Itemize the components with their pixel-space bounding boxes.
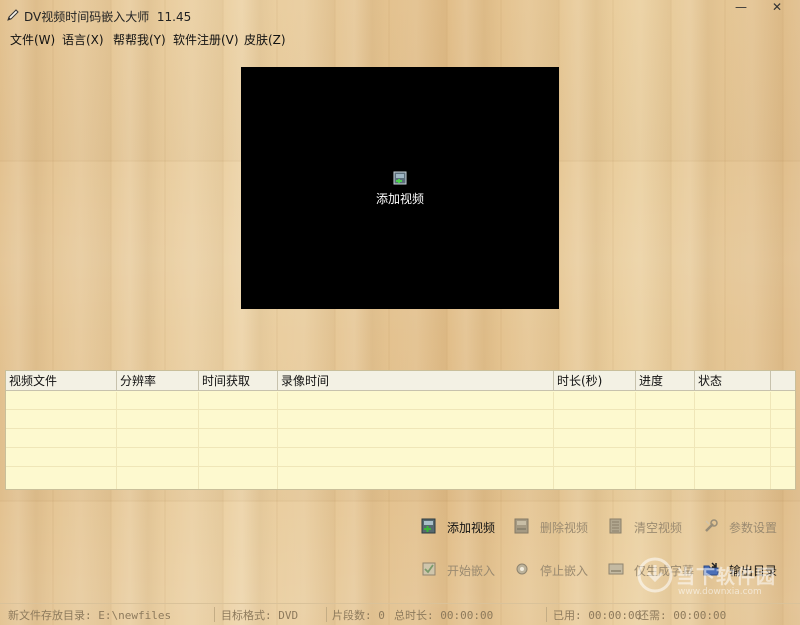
film-clear-icon [609,518,622,534]
subtitle-icon [608,563,624,575]
status-divider [326,607,327,622]
title-bar: DV视频时间码嵌入大师 11.45 — ✕ [0,0,800,28]
column-header-video-file[interactable]: 视频文件 [6,371,117,391]
grid-line [770,392,771,489]
column-header-record-time[interactable]: 录像时间 [278,371,554,391]
clear-videos-button[interactable]: 清空视频 [608,516,688,536]
column-header-resolution[interactable]: 分辨率 [117,371,199,391]
watermark-text: 当下软件园 [676,566,777,588]
menu-language[interactable]: 语言(X) [62,31,104,48]
status-bar: 新文件存放目录: E:\newfiles 目标格式: DVD 片段数: 0 总时… [0,603,800,625]
downxia-logo-icon [637,557,673,593]
grid-line [6,447,795,448]
watermark: 当下软件园 www.downxia.com [636,556,786,602]
add-video-label: 添加视频 [447,521,496,535]
stop-embed-button[interactable]: 停止嵌入 [514,559,594,579]
clear-videos-label: 清空视频 [634,521,683,535]
table-header: 视频文件 分辨率 时间获取 录像时间 时长(秒) 进度 状态 [6,371,795,391]
column-header-filler [771,371,795,391]
menu-bar: 文件(W) 语言(X) 帮帮我(Y) 软件注册(V) 皮肤(Z) [0,30,800,48]
status-divider [214,607,215,622]
watermark-url: www.downxia.com [678,587,762,597]
grid-line [635,392,636,489]
grid-line [198,392,199,489]
menu-file[interactable]: 文件(W) [10,31,55,48]
minimize-button[interactable]: — [728,0,754,16]
grid-line [116,392,117,489]
close-button[interactable]: ✕ [764,0,790,16]
menu-register[interactable]: 软件注册(V) [173,31,239,48]
column-header-duration[interactable]: 时长(秒) [554,371,636,391]
checkbox-icon [422,562,436,576]
column-header-progress[interactable]: 进度 [636,371,695,391]
stop-embed-label: 停止嵌入 [540,564,589,578]
film-add-icon [393,171,407,185]
grid-line [277,392,278,489]
status-output-dir: 新文件存放目录: E:\newfiles [8,609,172,622]
grid-line [694,392,695,489]
column-header-time-source[interactable]: 时间获取 [199,371,278,391]
status-format: 目标格式: DVD [221,609,299,622]
grid-line [6,428,795,429]
table-body [6,392,795,489]
delete-video-label: 删除视频 [540,521,589,535]
status-total-duration: 总时长: 00:00:00 [394,609,494,622]
start-embed-button[interactable]: 开始嵌入 [421,559,501,579]
status-divider [546,607,547,622]
film-add-icon [421,518,436,534]
menu-help[interactable]: 帮帮我(Y) [113,31,166,48]
settings-label: 参数设置 [729,521,778,535]
status-segments: 片段数: 0 [332,609,385,622]
stop-dot-icon [516,563,528,575]
video-list-table[interactable]: 视频文件 分辨率 时间获取 录像时间 时长(秒) 进度 状态 [5,370,796,490]
delete-video-button[interactable]: 删除视频 [514,516,594,536]
column-header-status[interactable]: 状态 [695,371,771,391]
video-preview-area[interactable]: 添加视频 [241,67,559,309]
status-remaining: 还需: 00:00:00 [638,609,727,622]
status-elapsed: 已用: 00:00:00 [553,609,642,622]
add-video-button[interactable]: 添加视频 [421,516,501,536]
grid-line [6,466,795,467]
grid-line [553,392,554,489]
wrench-icon [705,519,718,532]
film-delete-icon [514,518,529,534]
start-embed-label: 开始嵌入 [447,564,496,578]
app-pen-icon [7,9,19,21]
grid-line [6,409,795,410]
settings-button[interactable]: 参数设置 [703,516,783,536]
window-title: DV视频时间码嵌入大师 11.45 [24,10,192,24]
menu-skin[interactable]: 皮肤(Z) [244,31,286,48]
add-video-label: 添加视频 [375,192,424,206]
